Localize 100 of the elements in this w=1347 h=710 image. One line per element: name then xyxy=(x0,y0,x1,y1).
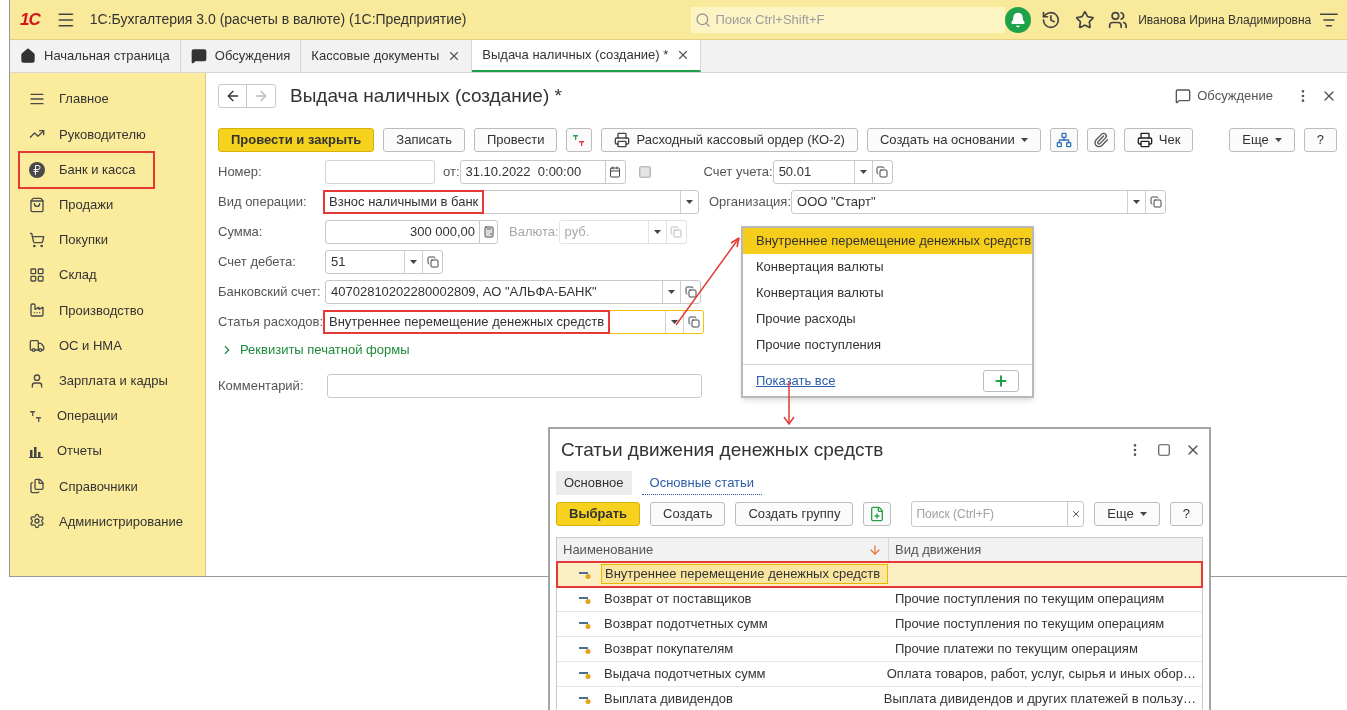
tab[interactable]: Начальная страница xyxy=(10,40,181,72)
calculator-button[interactable] xyxy=(479,221,497,243)
star-icon[interactable] xyxy=(1074,9,1095,30)
select-field[interactable]: Внутреннее перемещение денежных средств xyxy=(323,310,704,334)
toolbar-button[interactable]: ? xyxy=(1169,502,1203,526)
toolbar-button[interactable]: Создать xyxy=(650,502,726,526)
menu-button[interactable]: Еще xyxy=(1229,128,1295,152)
dropdown-item[interactable]: Прочие поступления xyxy=(743,332,1032,358)
dialog-title: Статьи движения денежных средств xyxy=(561,437,884,462)
users-icon[interactable] xyxy=(1108,9,1129,30)
clear-icon xyxy=(1070,509,1081,519)
table-cell-text: Выдача подотчетных сумм xyxy=(603,665,767,684)
user-name[interactable]: Иванова Ирина Владимировна xyxy=(1138,10,1312,29)
table-row[interactable]: Возврат от поставщиков Прочие поступления по текущим операциям xyxy=(557,587,1202,612)
dialog-tab[interactable]: Основные статьи xyxy=(641,471,763,495)
caret-icon xyxy=(1139,512,1147,516)
column-header[interactable]: Вид движения xyxy=(889,538,1202,561)
expand-link[interactable]: Реквизиты печатной формы xyxy=(220,340,410,360)
table-row[interactable]: Внутреннее перемещение денежных средств xyxy=(557,562,1202,587)
add-button[interactable] xyxy=(983,369,1019,392)
toolbar-button[interactable]: Создать группу xyxy=(735,502,854,526)
sidebar-item[interactable]: Справочники xyxy=(20,469,153,504)
dialog-tab[interactable]: Основное xyxy=(556,471,632,495)
sidebar-item[interactable]: Производство xyxy=(20,293,153,328)
notifications-button[interactable] xyxy=(1005,6,1031,33)
open-icon xyxy=(670,226,683,238)
open-icon xyxy=(1149,196,1162,208)
table-row[interactable]: Выдача подотчетных сумм Оплата товаров, работ, услуг, сырья и иных обор… xyxy=(557,662,1202,687)
ruble-icon xyxy=(29,161,45,178)
caret-icon xyxy=(1020,138,1028,142)
toolbar-button[interactable]: Провести xyxy=(473,128,558,152)
menu-button[interactable]: Создать на основании xyxy=(866,128,1041,152)
caret-icon xyxy=(410,260,417,264)
show-all-link[interactable]: Показать все xyxy=(756,370,836,391)
select-field[interactable]: 51 xyxy=(325,250,443,274)
bar-chart-icon xyxy=(29,444,43,459)
sidebar-label: Продажи xyxy=(59,196,114,214)
sidebar-item[interactable]: Отчеты xyxy=(20,434,153,469)
select-field[interactable]: Взнос наличными в банк xyxy=(323,190,699,214)
dropdown-item[interactable]: Конвертация валюты xyxy=(743,254,1032,280)
chat-icon xyxy=(190,48,207,64)
sidebar-item[interactable]: Операции xyxy=(20,398,153,433)
files-icon xyxy=(29,478,45,495)
open-button[interactable] xyxy=(680,281,700,303)
table-cell-text: Прочие поступления по текущим операциям xyxy=(894,590,1166,609)
copy-button[interactable] xyxy=(863,502,892,526)
amount-field[interactable]: 300 000,00 xyxy=(325,220,498,244)
cart-icon xyxy=(29,231,45,248)
sidebar-item[interactable]: Администрирование xyxy=(20,504,191,539)
structure-button[interactable] xyxy=(1049,128,1078,152)
maximize-icon[interactable] xyxy=(1157,443,1171,457)
primary-button[interactable]: Выбрать xyxy=(556,502,641,526)
print-button[interactable]: Расходный кассовый ордер (КО-2) xyxy=(601,128,858,152)
dropdown-item[interactable]: Внутреннее перемещение денежных средств xyxy=(743,228,1032,254)
toolbar-button[interactable]: ? xyxy=(1303,128,1337,152)
table-cell-text: Возврат от поставщиков xyxy=(603,590,753,609)
sidebar-item[interactable]: Покупки xyxy=(20,222,153,257)
tab-label: Кассовые документы xyxy=(311,47,440,66)
field-label: Банковский счет: xyxy=(218,283,322,302)
dropdown-item[interactable]: Конвертация валюты xyxy=(743,280,1032,306)
primary-button[interactable]: Провести и закрыть xyxy=(218,128,375,152)
toolbar-button[interactable]: Записать xyxy=(383,128,465,152)
table-row[interactable]: Возврат подотчетных сумм Прочие поступления по текущим операциям xyxy=(557,612,1202,637)
open-icon xyxy=(426,256,439,268)
sidebar-item[interactable]: Зарплата и кадры xyxy=(20,363,176,398)
sidebar-label: Операции xyxy=(57,407,118,426)
caret-icon xyxy=(859,170,867,174)
sidebar-item[interactable]: Главное xyxy=(20,82,153,117)
tab-label: Обсуждения xyxy=(214,47,291,66)
field-label: Организация: xyxy=(709,194,792,210)
date-field[interactable]: 31.10.2022 0:00:00 xyxy=(459,160,626,184)
receipt-button[interactable]: Чек xyxy=(1123,128,1194,152)
sidebar-item[interactable]: Продажи xyxy=(20,187,153,222)
caret-icon xyxy=(686,200,693,204)
sidebar-item[interactable]: ОС и НМА xyxy=(20,328,153,363)
number-field[interactable] xyxy=(325,160,435,184)
tab[interactable]: Выдача наличных (создание) * xyxy=(472,40,702,72)
history-icon[interactable] xyxy=(1041,9,1061,30)
sidebar-item[interactable]: Склад xyxy=(20,258,153,293)
attach-button[interactable] xyxy=(1086,128,1115,152)
select-field[interactable]: 40702810202280002809, АО "АЛЬФА-БАНК" xyxy=(325,280,701,304)
select-field[interactable]: ООО "Старт" xyxy=(791,190,1167,214)
field-label: Валюта: xyxy=(509,224,559,240)
sidebar-item[interactable]: Руководителю xyxy=(20,117,154,152)
caret-icon xyxy=(1274,138,1282,142)
comment-field[interactable] xyxy=(327,374,702,398)
dropdown-item[interactable]: Прочие расходы xyxy=(743,306,1032,332)
debit-credit-icon xyxy=(572,133,587,147)
table-row[interactable]: Возврат покупателям Прочие платежи по текущим операциям xyxy=(557,637,1202,662)
tab[interactable]: Обсуждения xyxy=(180,40,302,72)
item-icon xyxy=(579,694,591,704)
discussion-button[interactable]: Обсуждение xyxy=(1175,86,1273,106)
printer-icon xyxy=(614,132,631,148)
sidebar-label: Зарплата и кадры xyxy=(59,371,168,390)
sidebar-item[interactable]: Банк и касса xyxy=(20,152,153,187)
open-button[interactable] xyxy=(683,311,703,333)
select-field[interactable]: 50.01 xyxy=(772,160,893,184)
menu-button[interactable]: Еще xyxy=(1094,502,1160,526)
table-row[interactable]: Выплата дивидендов Выплата дивидендов и других платежей в пользу… xyxy=(557,687,1202,710)
debit-credit-button[interactable] xyxy=(566,128,593,152)
